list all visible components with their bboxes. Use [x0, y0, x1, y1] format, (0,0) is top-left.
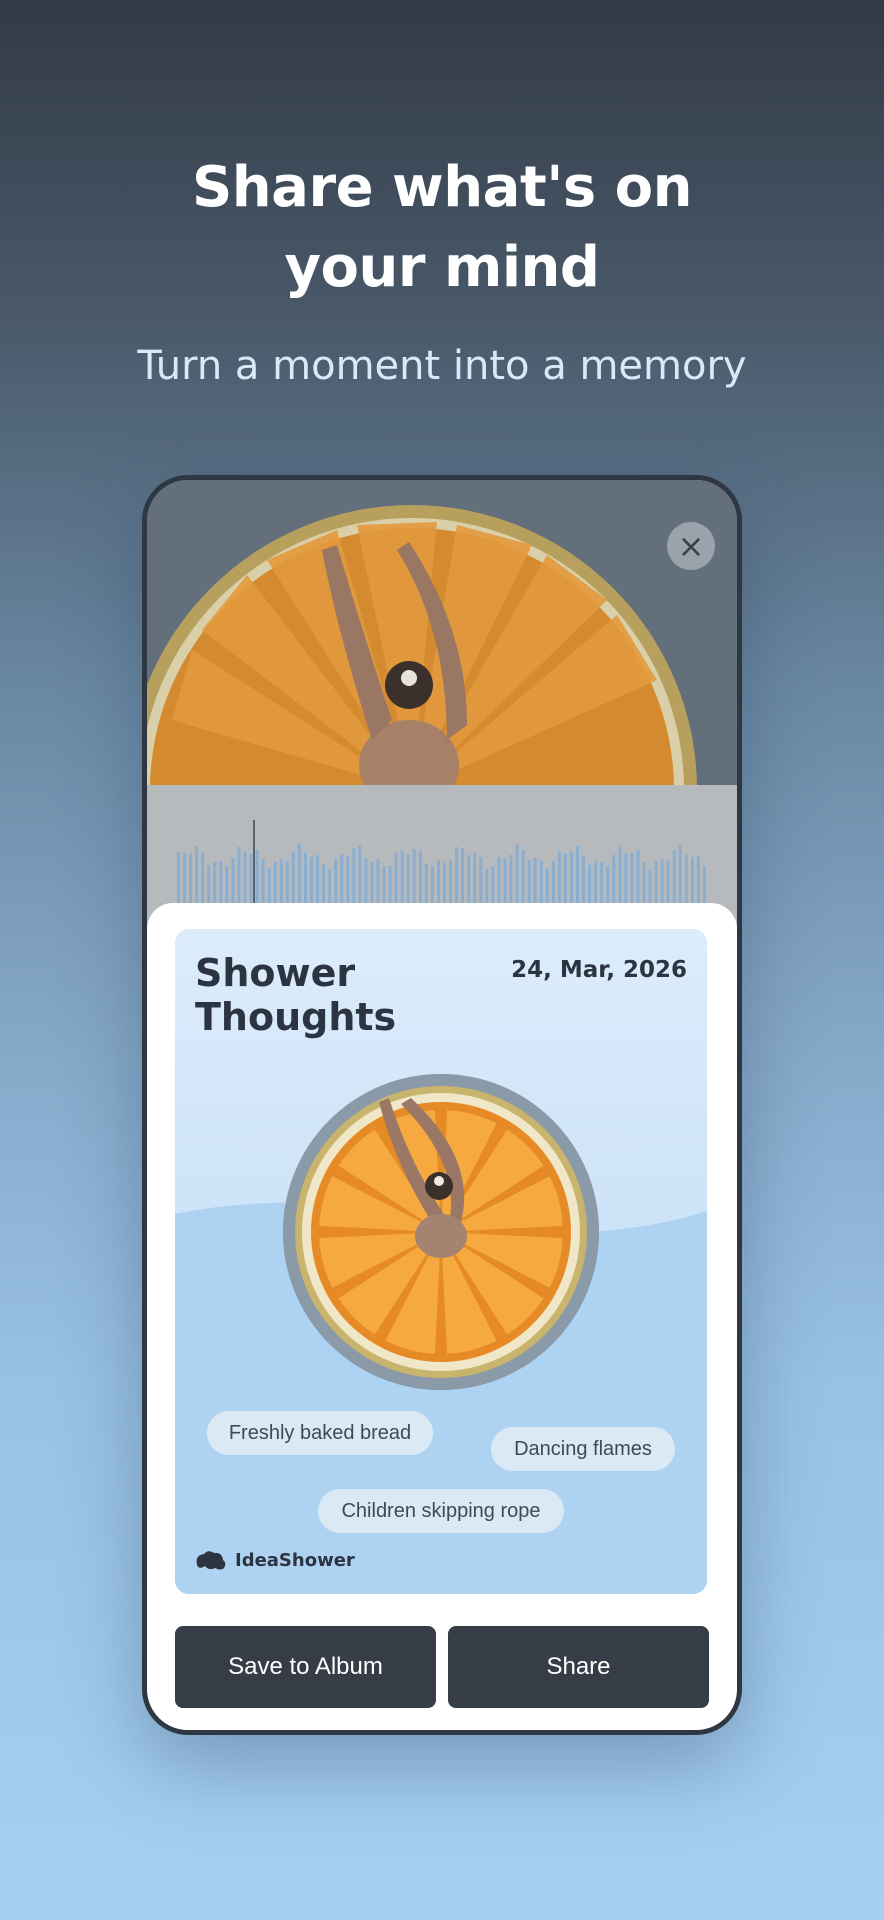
tag-chip[interactable]: Dancing flames: [491, 1427, 675, 1471]
card-title: Shower Thoughts: [195, 951, 495, 1039]
card-title-line-2: Thoughts: [195, 995, 397, 1039]
orange-dancer-illustration: [147, 480, 737, 785]
save-to-album-button[interactable]: Save to Album: [175, 1626, 436, 1708]
tag-chip[interactable]: Freshly baked bread: [207, 1411, 433, 1455]
headline-line-2: your mind: [284, 235, 600, 300]
memory-card: Shower Thoughts 24, Mar, 2026 Freshly ba…: [175, 929, 707, 1594]
card-title-line-1: Shower: [195, 951, 356, 995]
share-sheet: Shower Thoughts 24, Mar, 2026 Freshly ba…: [147, 903, 737, 1730]
share-button[interactable]: Share: [448, 1626, 709, 1708]
tag-chip[interactable]: Children skipping rope: [318, 1489, 564, 1533]
headline-line-1: Share what's on: [191, 155, 693, 220]
card-date: 24, Mar, 2026: [511, 957, 687, 983]
headline: Share what's on your mind: [0, 148, 884, 308]
card-image: [283, 1074, 599, 1390]
brand-logo: IdeaShower: [195, 1546, 355, 1574]
phone-mockup: × Shower Thoughts 24, Mar, 2026 Freshly …: [142, 475, 742, 1735]
cloud-logo-icon: [196, 1551, 226, 1570]
close-icon[interactable]: ×: [667, 522, 715, 570]
brand-name: IdeaShower: [235, 1549, 355, 1571]
subheadline: Turn a moment into a memory: [137, 343, 747, 389]
orange-slice-image: [283, 1074, 599, 1390]
hero-image: ×: [147, 480, 737, 785]
